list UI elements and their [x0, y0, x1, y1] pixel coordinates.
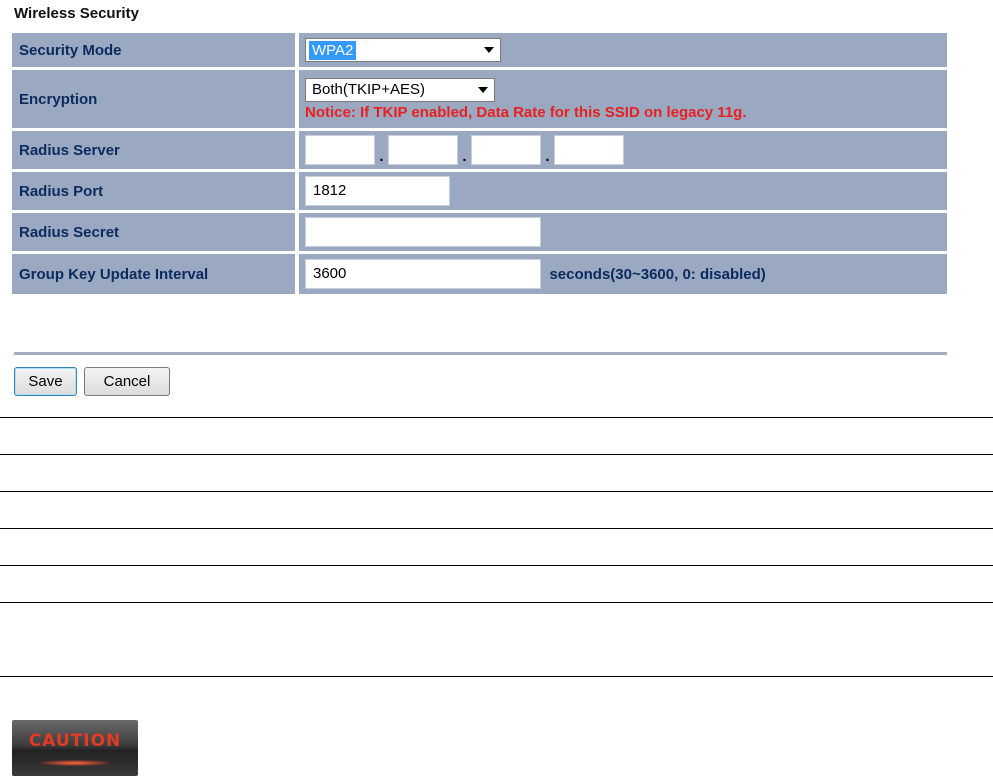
ip-separator: .: [379, 148, 384, 165]
horizontal-rule: [0, 676, 993, 677]
encryption-notice: Notice: If TKIP enabled, Data Rate for t…: [305, 103, 747, 121]
wireless-security-form: Security Mode WPA2 Encryption Both(TKIP+…: [12, 30, 947, 297]
group-key-update-interval-input[interactable]: 3600: [305, 259, 541, 289]
ip-separator: .: [462, 148, 467, 165]
row-radius-secret: Radius Secret: [12, 213, 947, 251]
horizontal-rule: [0, 417, 993, 418]
encryption-value: Both(TKIP+AES): [312, 81, 425, 98]
row-encryption: Encryption Both(TKIP+AES) Notice: If TKI…: [12, 70, 947, 128]
security-mode-value: WPA2: [309, 40, 357, 60]
security-mode-label: Security Mode: [12, 33, 299, 67]
horizontal-rule: [0, 565, 993, 566]
encryption-label: Encryption: [12, 70, 299, 128]
radius-server-octet-1[interactable]: [305, 135, 375, 165]
radius-secret-cell: [299, 213, 947, 251]
group-key-update-interval-cell: 3600 seconds(30~3600, 0: disabled): [299, 254, 947, 294]
ip-separator: .: [545, 148, 550, 165]
radius-port-cell: 1812: [299, 172, 947, 210]
form-divider: [14, 352, 947, 355]
group-key-update-interval-hint: seconds(30~3600, 0: disabled): [549, 265, 766, 283]
save-button[interactable]: Save: [14, 367, 77, 396]
horizontal-rule: [0, 602, 993, 603]
radius-server-octet-4[interactable]: [554, 135, 624, 165]
row-security-mode: Security Mode WPA2: [12, 33, 947, 67]
caution-badge: CAUTION: [12, 720, 138, 776]
radius-secret-input[interactable]: [305, 217, 541, 247]
chevron-down-icon: [478, 86, 488, 93]
chevron-down-icon: [484, 47, 494, 53]
row-radius-server: Radius Server ...: [12, 131, 947, 169]
radius-server-cell: ...: [299, 131, 947, 169]
radius-port-label: Radius Port: [12, 172, 299, 210]
radius-server-label: Radius Server: [12, 131, 299, 169]
group-key-update-interval-label: Group Key Update Interval: [12, 254, 299, 294]
caution-glow: [40, 760, 110, 766]
radius-server-octet-2[interactable]: [388, 135, 458, 165]
row-radius-port: Radius Port 1812: [12, 172, 947, 210]
horizontal-rule: [0, 528, 993, 529]
row-group-key-update-interval: Group Key Update Interval 3600 seconds(3…: [12, 254, 947, 294]
radius-secret-label: Radius Secret: [12, 213, 299, 251]
security-mode-select[interactable]: WPA2: [305, 38, 501, 62]
encryption-select[interactable]: Both(TKIP+AES): [305, 77, 495, 102]
horizontal-rule: [0, 491, 993, 492]
radius-port-input[interactable]: 1812: [305, 176, 450, 206]
horizontal-rule: [0, 454, 993, 455]
radius-server-octet-3[interactable]: [471, 135, 541, 165]
encryption-cell: Both(TKIP+AES) Notice: If TKIP enabled, …: [299, 70, 947, 128]
caution-badge-text: CAUTION: [28, 731, 122, 751]
section-title: Wireless Security: [14, 5, 139, 22]
cancel-button[interactable]: Cancel: [84, 367, 170, 396]
security-mode-cell: WPA2: [299, 33, 947, 67]
